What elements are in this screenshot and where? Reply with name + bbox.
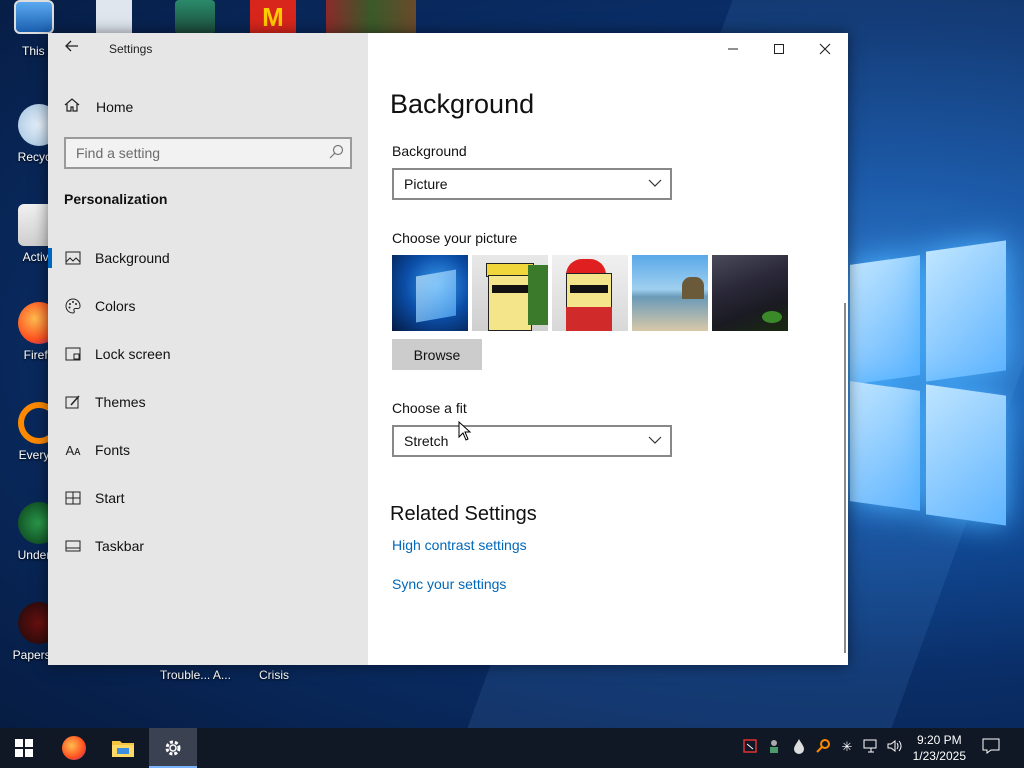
sidebar-item-label: Taskbar (95, 538, 145, 554)
taskbar-icon (64, 537, 82, 555)
choose-picture-label: Choose your picture (392, 230, 518, 246)
settings-window: Settings Home Personalization Background… (48, 33, 848, 665)
dropdown-value: Picture (404, 176, 448, 192)
search-icon[interactable] (328, 144, 344, 160)
picture-gallery (392, 255, 788, 331)
this-pc-icon[interactable] (14, 0, 60, 34)
clock-time: 9:20 PM (916, 733, 962, 747)
windows-logo-wallpaper (850, 240, 1015, 526)
sidebar-item-fonts[interactable]: Aᴀ Fonts (48, 430, 368, 470)
sidebar-item-themes[interactable]: Themes (48, 382, 368, 422)
tray-security-icon[interactable] (742, 738, 760, 756)
start-button[interactable] (0, 728, 48, 768)
close-icon (819, 43, 831, 55)
find-setting-search[interactable] (64, 137, 352, 169)
maximize-icon (774, 44, 784, 54)
taskbar-firefox[interactable] (50, 728, 98, 768)
maximize-button[interactable] (756, 33, 802, 65)
font-icon: Aᴀ (65, 442, 81, 458)
desktop-file-icon[interactable] (96, 0, 132, 34)
desktop-image-icon[interactable] (326, 0, 416, 34)
settings-content: Background Background Picture Choose you… (368, 33, 848, 665)
background-type-dropdown[interactable]: Picture (392, 168, 672, 200)
picture-thumbnail-beach[interactable] (632, 255, 708, 331)
section-title: Personalization (64, 191, 168, 207)
brush-icon (64, 393, 82, 411)
lock-screen-icon (64, 345, 82, 363)
sidebar-item-colors[interactable]: Colors (48, 286, 368, 326)
mouse-cursor-icon (458, 421, 472, 441)
picture-icon (64, 249, 82, 267)
taskbar-file-explorer[interactable] (99, 728, 147, 768)
sidebar-item-background[interactable]: Background (48, 238, 368, 278)
chevron-down-icon (648, 436, 662, 444)
close-button[interactable] (802, 33, 848, 65)
palette-icon (64, 297, 82, 315)
dropdown-value: Stretch (404, 433, 449, 449)
firefox-icon (62, 736, 86, 760)
window-controls (710, 33, 848, 65)
page-title: Background (390, 89, 535, 119)
tray-people-icon[interactable] (766, 738, 784, 756)
home-icon (64, 97, 82, 117)
desktop-label-crisis[interactable]: Crisis (259, 668, 289, 682)
start-grid-icon (64, 489, 82, 507)
start-icon (15, 739, 33, 757)
picture-thumbnail-night-sky[interactable] (712, 255, 788, 331)
settings-icon (165, 740, 181, 756)
desktop-label-trouble[interactable]: Trouble... A... (160, 668, 231, 682)
choose-fit-dropdown[interactable]: Stretch (392, 425, 672, 457)
action-center-icon[interactable] (982, 738, 1000, 756)
related-settings-title: Related Settings (390, 503, 537, 525)
browse-button[interactable]: Browse (392, 339, 482, 370)
home-label: Home (96, 99, 134, 115)
picture-thumbnail-cartoon-1[interactable] (472, 255, 548, 331)
sidebar-item-label: Background (95, 250, 170, 266)
scrollbar[interactable] (844, 303, 846, 653)
clock-date: 1/23/2025 (912, 749, 966, 763)
choose-fit-label: Choose a fit (392, 400, 467, 416)
title-bar[interactable]: Settings (48, 33, 368, 65)
picture-thumbnail-windows-hero[interactable] (392, 255, 468, 331)
file-explorer-icon (112, 741, 134, 757)
sidebar-item-label: Colors (95, 298, 136, 314)
tray-network-icon[interactable] (862, 738, 880, 756)
sidebar-item-start[interactable]: Start (48, 478, 368, 518)
taskbar-settings[interactable] (149, 728, 197, 768)
chevron-down-icon (648, 179, 662, 187)
minimize-icon (728, 48, 738, 50)
window-title: Settings (109, 42, 153, 56)
sidebar-item-label: Lock screen (95, 346, 171, 362)
tray-search-everything-icon[interactable] (814, 738, 832, 756)
sidebar-item-lock-screen[interactable]: Lock screen (48, 334, 368, 374)
search-input[interactable] (66, 139, 316, 167)
sidebar-item-label: Start (95, 490, 125, 506)
sidebar-item-label: Themes (95, 394, 146, 410)
sidebar-item-label: Fonts (95, 442, 131, 458)
settings-sidebar: Settings Home Personalization Background… (48, 33, 368, 665)
high-contrast-settings-link[interactable]: High contrast settings (392, 537, 527, 553)
background-type-label: Background (392, 143, 467, 159)
home-nav-item[interactable]: Home (64, 95, 133, 119)
tray-drop-icon[interactable] (790, 738, 808, 756)
taskbar: ✳ 9:20 PM 1/23/2025 (0, 728, 1024, 768)
tray-volume-icon[interactable] (886, 738, 904, 756)
desktop-game-icon[interactable] (175, 0, 215, 34)
back-arrow-icon (65, 40, 78, 52)
minimize-button[interactable] (710, 33, 756, 65)
sync-settings-link[interactable]: Sync your settings (392, 576, 506, 592)
tray-snowflake-icon[interactable]: ✳ (838, 738, 856, 756)
taskbar-clock[interactable]: 9:20 PM 1/23/2025 (913, 732, 966, 764)
back-button[interactable] (62, 39, 82, 59)
sidebar-item-taskbar[interactable]: Taskbar (48, 526, 368, 566)
desktop-m-app-icon[interactable]: M (250, 0, 296, 34)
picture-thumbnail-cartoon-2[interactable] (552, 255, 628, 331)
